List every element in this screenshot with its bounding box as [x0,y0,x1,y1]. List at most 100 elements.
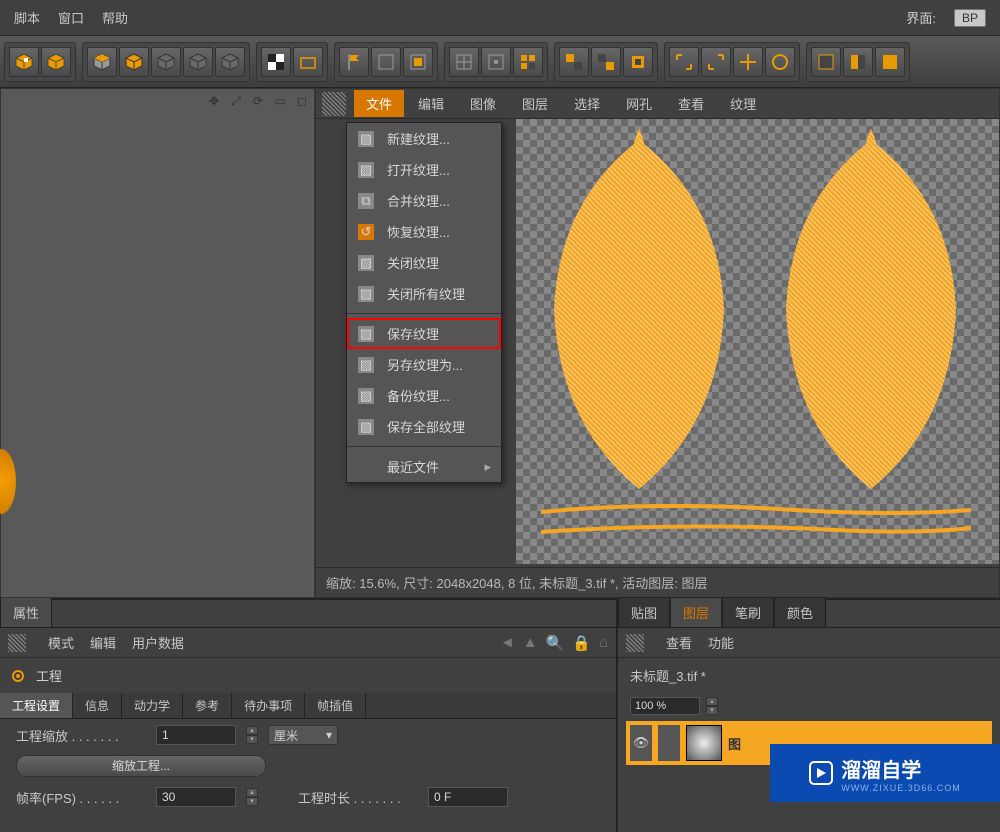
dd-close-all-texture[interactable]: ▨关闭所有纹理 [347,278,501,309]
tool-cube-c-icon[interactable] [151,47,181,77]
scale-project-button[interactable]: 缩放工程... [16,755,266,777]
texture-menu-texture[interactable]: 纹理 [718,90,768,117]
texture-menu-image[interactable]: 图像 [458,90,508,117]
tool-arr2-icon[interactable] [701,47,731,77]
tool-plane-icon[interactable] [293,47,323,77]
viewport-rotate-icon[interactable]: ⟳ [248,91,268,111]
viewport-square-icon[interactable]: ◻ [292,91,312,111]
tab-todo[interactable]: 待办事项 [232,693,305,718]
tool-grid2-icon[interactable] [481,47,511,77]
dd-save-texture[interactable]: ▨保存纹理 [347,318,501,349]
tool-sq3-icon[interactable] [623,47,653,77]
tab-dynamics[interactable]: 动力学 [122,693,183,718]
attributes-tab[interactable]: 属性 [0,597,52,627]
tab-interp[interactable]: 帧插值 [305,693,366,718]
panel-handle-icon[interactable] [8,634,26,652]
layers-func-menu[interactable]: 功能 [708,633,734,652]
viewport-move-icon[interactable]: ✥ [204,91,224,111]
menu-window[interactable]: 窗口 [58,8,84,27]
input-project-scale[interactable] [156,725,236,745]
layer-lock-icon[interactable] [658,725,680,761]
panel-handle-icon[interactable] [626,634,644,652]
tool-arr3-icon[interactable] [733,47,763,77]
tool-group-5 [444,42,548,82]
menu-help[interactable]: 帮助 [102,8,128,27]
viewport-object [0,449,16,514]
dd-save-as-texture[interactable]: ▨另存纹理为... [347,349,501,380]
input-fps[interactable] [156,787,236,807]
input-duration[interactable] [428,787,508,807]
tool-sq2-icon[interactable] [591,47,621,77]
texture-menu-mesh[interactable]: 网孔 [614,90,664,117]
right-tab-bar: 贴图 图层 笔刷 颜色 [618,600,1000,628]
tool-c1-icon[interactable] [811,47,841,77]
tool-cube-e-icon[interactable] [215,47,245,77]
tool-checker-icon[interactable] [261,47,291,77]
unit-dropdown[interactable]: 厘米▾ [268,725,338,745]
dd-separator-1 [347,313,501,314]
texture-menu-select[interactable]: 选择 [562,90,612,117]
sub-menu-mode[interactable]: 模式 [48,633,74,652]
bp-layout-button[interactable]: BP [954,9,986,27]
spinner-opacity[interactable]: ▴▾ [706,697,718,715]
sub-menu-edit[interactable]: 编辑 [90,633,116,652]
spinner-scale[interactable]: ▴▾ [246,726,258,744]
tab-layers[interactable]: 图层 [670,597,722,627]
tool-x1-icon[interactable] [371,47,401,77]
dd-merge-texture[interactable]: ⧉合并纹理... [347,185,501,216]
dd-new-texture[interactable]: ▨新建纹理... [347,123,501,154]
tool-c2-icon[interactable] [843,47,873,77]
nav-home-icon[interactable]: ⌂ [599,634,608,652]
tool-checker-cube-icon[interactable] [9,47,39,77]
layer-filename: 未标题_3.tif * [618,658,1000,693]
dd-open-texture[interactable]: ▨打开纹理... [347,154,501,185]
dd-close-texture[interactable]: ▨关闭纹理 [347,247,501,278]
dd-save-all-texture[interactable]: ▨保存全部纹理 [347,411,501,442]
tool-cube-b-icon[interactable] [119,47,149,77]
layer-opacity-field[interactable]: 100 % [630,697,700,715]
dd-backup-texture[interactable]: ▨备份纹理... [347,380,501,411]
tab-color[interactable]: 颜色 [774,597,826,627]
nav-search-icon[interactable]: 🔍 [546,634,565,652]
tool-grid3-icon[interactable] [513,47,543,77]
tool-cube-d-icon[interactable] [183,47,213,77]
tab-info[interactable]: 信息 [73,693,122,718]
tab-brush[interactable]: 笔刷 [722,597,774,627]
tool-arr1-icon[interactable] [669,47,699,77]
panel-handle-icon[interactable] [322,92,346,116]
texture-menu-view[interactable]: 查看 [666,90,716,117]
tool-c3-icon[interactable] [875,47,905,77]
left-viewport[interactable]: ✥ ⤢ ⟳ ▭ ◻ [0,88,315,598]
tab-project-settings[interactable]: 工程设置 [0,693,73,718]
layers-view-menu[interactable]: 查看 [666,633,692,652]
layer-visibility-icon[interactable]: 👁 [630,725,652,761]
tab-reference[interactable]: 参考 [183,693,232,718]
texture-menu-bar: 文件 编辑 图像 图层 选择 网孔 查看 纹理 [316,89,999,119]
menu-script[interactable]: 脚本 [14,8,40,27]
spinner-fps[interactable]: ▴▾ [246,788,258,806]
tool-sq1-icon[interactable] [559,47,589,77]
texture-menu-edit[interactable]: 编辑 [406,90,456,117]
nav-back-icon[interactable]: ◄ [500,634,515,652]
interface-label: 界面: [906,8,936,27]
texture-menu-layer[interactable]: 图层 [510,90,560,117]
nav-fwd-icon[interactable]: ▲ [523,634,538,652]
tool-arr4-icon[interactable] [765,47,795,77]
dd-recent-files[interactable]: 最近文件▸ [347,451,501,482]
tool-group-7 [664,42,800,82]
backup-icon: ▨ [357,387,375,405]
tool-flag-icon[interactable] [339,47,369,77]
texture-menu-file[interactable]: 文件 [354,90,404,117]
viewport-zoom-icon[interactable]: ⤢ [226,91,246,111]
texture-canvas[interactable] [516,119,999,564]
tool-group-2 [82,42,250,82]
sub-menu-userdata[interactable]: 用户数据 [132,633,184,652]
tool-x2-icon[interactable] [403,47,433,77]
tool-cube2-icon[interactable] [41,47,71,77]
viewport-frame-icon[interactable]: ▭ [270,91,290,111]
tool-cube-a-icon[interactable] [87,47,117,77]
nav-lock-icon[interactable]: 🔒 [572,634,591,652]
tool-grid1-icon[interactable] [449,47,479,77]
tab-texture[interactable]: 贴图 [618,597,670,627]
dd-restore-texture[interactable]: ↺恢复纹理... [347,216,501,247]
